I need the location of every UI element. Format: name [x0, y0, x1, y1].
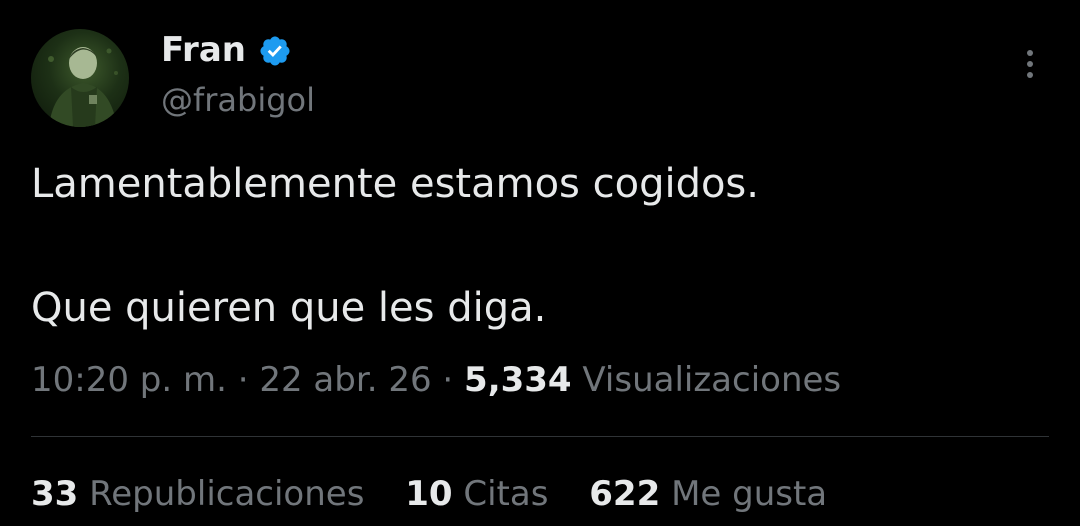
tweet-text-line: Lamentablemente estamos cogidos.: [31, 161, 759, 207]
engagement-stats: 33 Republicaciones 10 Citas 622 Me gusta: [31, 472, 857, 516]
likes-count: 622: [589, 474, 661, 514]
meta-separator: ·: [442, 360, 454, 400]
author-handle[interactable]: @frabigol: [161, 80, 315, 120]
divider: [31, 436, 1049, 437]
quotes-count: 10: [405, 474, 453, 514]
views-count: 5,334: [464, 360, 572, 400]
tweet-meta: 10:20 p. m. · 22 abr. 26 · 5,334 Visuali…: [31, 358, 841, 402]
verified-badge-icon: [260, 36, 290, 66]
more-dot: [1027, 61, 1033, 67]
avatar-image: [48, 47, 118, 127]
reposts-stat[interactable]: 33 Republicaciones: [31, 472, 364, 516]
quotes-stat[interactable]: 10 Citas: [405, 472, 548, 516]
avatar[interactable]: [31, 29, 129, 127]
more-dot: [1027, 72, 1033, 78]
reposts-label: Republicaciones: [89, 474, 365, 514]
tweet-date[interactable]: 22 abr. 26: [259, 360, 431, 400]
meta-separator: ·: [237, 360, 249, 400]
more-options-icon[interactable]: [1018, 50, 1042, 86]
tweet-text-line: Que quieren que les diga.: [31, 285, 547, 331]
likes-stat[interactable]: 622 Me gusta: [589, 472, 827, 516]
author-name[interactable]: Fran: [161, 30, 246, 70]
more-dot: [1027, 50, 1033, 56]
likes-label: Me gusta: [671, 474, 828, 514]
tweet-time[interactable]: 10:20 p. m.: [31, 360, 227, 400]
views-label: Visualizaciones: [582, 360, 842, 400]
reposts-count: 33: [31, 474, 79, 514]
quotes-label: Citas: [463, 474, 549, 514]
tweet-card: Fran @frabigol Lamentablemente estamos c…: [0, 0, 1080, 526]
